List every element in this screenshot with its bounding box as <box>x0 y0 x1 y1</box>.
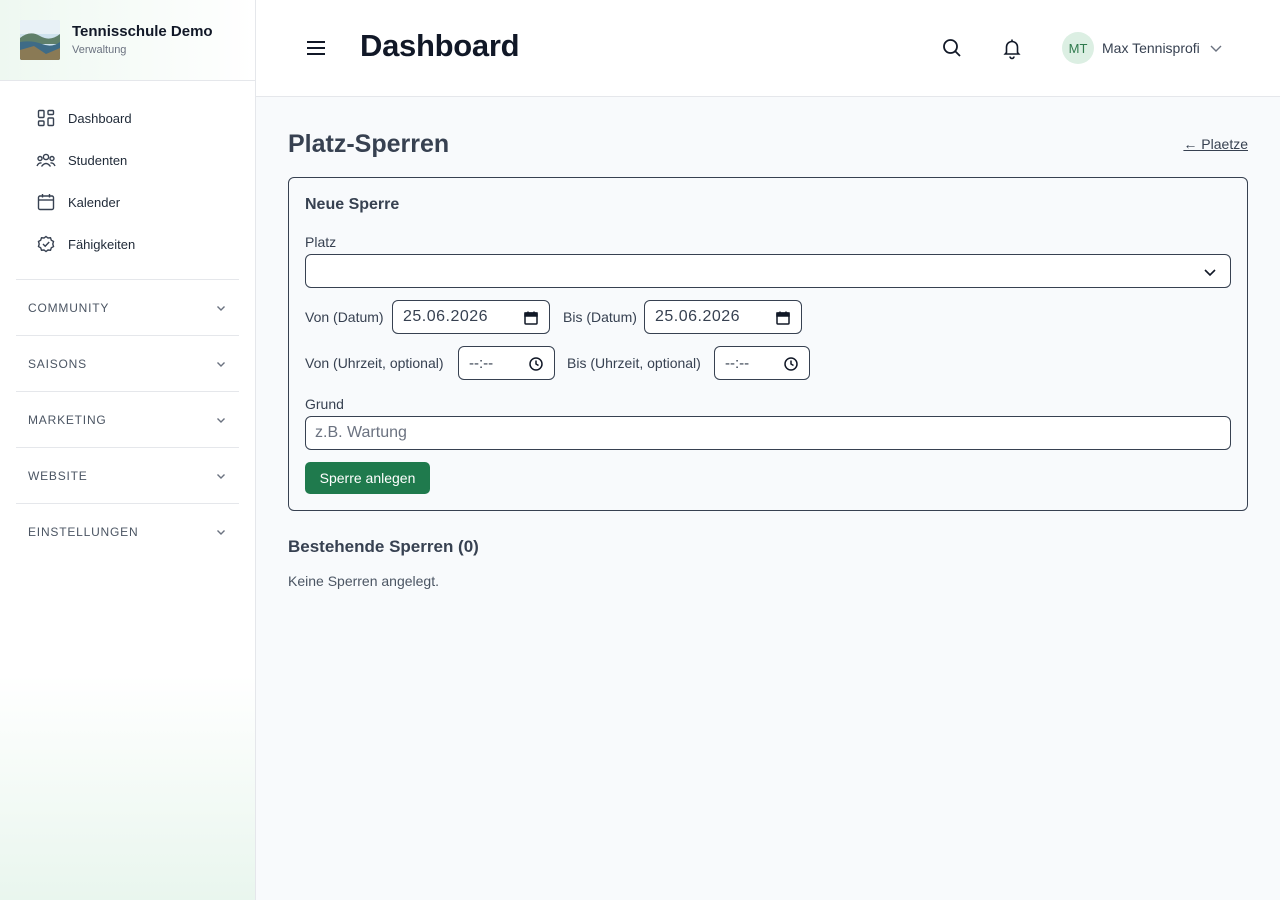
brand-subtitle: Verwaltung <box>72 44 127 56</box>
sidebar-section-saisons[interactable]: SAISONS <box>16 336 239 392</box>
users-icon <box>36 150 56 170</box>
new-block-form: Neue Sperre Platz Von (Datum) 25.06.2026… <box>288 177 1248 511</box>
clock-icon <box>784 357 798 371</box>
chevron-down-icon <box>1210 45 1222 52</box>
back-to-plaetze-link[interactable]: ← Plaetze <box>1183 136 1248 152</box>
von-datum-value: 25.06.2026 <box>403 308 489 325</box>
platz-select[interactable] <box>305 254 1231 288</box>
grund-input[interactable] <box>305 416 1231 450</box>
check-circle-icon <box>36 234 56 254</box>
sidebar-item-dashboard[interactable]: Dashboard <box>16 97 239 139</box>
grid-icon <box>36 108 56 128</box>
sidebar-item-studenten[interactable]: Studenten <box>16 139 239 181</box>
sidebar: Tennisschule Demo Verwaltung Dashboard S… <box>0 0 256 900</box>
chevron-down-icon <box>217 305 225 311</box>
menu-icon[interactable] <box>304 36 328 60</box>
sidebar-item-label: Dashboard <box>68 110 132 126</box>
bell-icon[interactable] <box>1000 36 1024 60</box>
brand-logo <box>20 20 60 60</box>
sidebar-item-label: Fähigkeiten <box>68 236 136 252</box>
page-title: Dashboard <box>360 28 520 63</box>
section-title: Platz-Sperren <box>288 130 450 158</box>
search-icon[interactable] <box>940 36 964 60</box>
bis-zeit-input[interactable]: --:-- <box>714 346 810 380</box>
chevron-down-icon <box>1204 269 1216 277</box>
existing-blocks-title: Bestehende Sperren (0) <box>288 537 479 556</box>
section-label: EINSTELLUNGEN <box>28 525 139 539</box>
sidebar-section-einstellungen[interactable]: EINSTELLUNGEN <box>16 504 239 560</box>
sidebar-nav: Dashboard Studenten Kalender Fähigkeiten… <box>0 81 255 560</box>
sidebar-section-community[interactable]: COMMUNITY <box>16 280 239 336</box>
avatar: MT <box>1062 32 1094 64</box>
clock-icon <box>529 357 543 371</box>
section-label: COMMUNITY <box>28 300 110 315</box>
brand-name: Tennisschule Demo <box>72 23 213 40</box>
sidebar-item-faehigkeiten[interactable]: Fähigkeiten <box>16 223 239 265</box>
section-label: SAISONS <box>28 356 87 371</box>
bis-zeit-label: Bis (Uhrzeit, optional) <box>567 355 701 371</box>
empty-state-text: Keine Sperren angelegt. <box>288 573 439 589</box>
calendar-icon <box>36 192 56 212</box>
bis-zeit-value: --:-- <box>725 354 750 372</box>
sidebar-section-website[interactable]: WEBSITE <box>16 448 239 504</box>
bis-datum-input[interactable]: 25.06.2026 <box>644 300 802 334</box>
chevron-down-icon <box>217 473 225 479</box>
von-zeit-label: Von (Uhrzeit, optional) <box>305 355 444 371</box>
user-name: Max Tennisprofi <box>1102 40 1200 56</box>
top-header: Dashboard MT Max Tennisprofi <box>256 0 1280 97</box>
chevron-down-icon <box>217 530 225 535</box>
sidebar-item-label: Studenten <box>68 152 128 168</box>
bis-datum-label: Bis (Datum) <box>563 309 637 325</box>
section-label: MARKETING <box>28 412 107 427</box>
von-zeit-value: --:-- <box>469 354 494 372</box>
bis-datum-value: 25.06.2026 <box>655 308 741 325</box>
sperre-anlegen-button[interactable]: Sperre anlegen <box>305 462 430 494</box>
user-menu[interactable]: MT Max Tennisprofi <box>1062 32 1224 64</box>
brand[interactable]: Tennisschule Demo Verwaltung <box>0 0 255 81</box>
chevron-down-icon <box>217 417 225 423</box>
von-zeit-input[interactable]: --:-- <box>458 346 555 380</box>
sidebar-item-label: Kalender <box>68 194 121 210</box>
platz-label: Platz <box>305 234 337 250</box>
form-title: Neue Sperre <box>305 196 400 213</box>
sidebar-item-kalender[interactable]: Kalender <box>16 181 239 223</box>
chevron-down-icon <box>217 361 225 367</box>
von-datum-label: Von (Datum) <box>305 309 384 325</box>
grund-label: Grund <box>305 396 344 412</box>
calendar-icon <box>776 311 790 325</box>
calendar-icon <box>524 311 538 325</box>
von-datum-input[interactable]: 25.06.2026 <box>392 300 550 334</box>
sidebar-section-marketing[interactable]: MARKETING <box>16 392 239 448</box>
section-label: WEBSITE <box>28 468 88 483</box>
